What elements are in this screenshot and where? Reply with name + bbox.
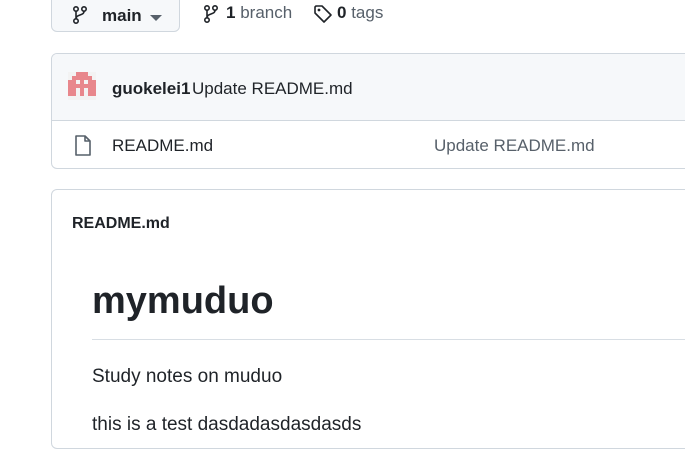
readme-heading: mymuduo <box>92 280 274 322</box>
file-name-link[interactable]: README.md <box>112 136 213 156</box>
branch-count-label: branch <box>240 3 293 22</box>
tag-count-label: tags <box>351 3 384 22</box>
heading-divider <box>92 339 685 340</box>
file-listing: guokelei1 Update README.md README.md Upd… <box>51 53 685 169</box>
readme-paragraph: Study notes on muduo <box>92 366 283 387</box>
file-icon <box>75 135 91 156</box>
branch-name: main <box>102 6 142 25</box>
commit-author-link[interactable]: guokelei1 <box>112 79 190 99</box>
avatar[interactable] <box>68 72 96 100</box>
chevron-down-icon <box>150 15 162 21</box>
file-commit-message-link[interactable]: Update README.md <box>434 136 595 156</box>
commit-message-link[interactable]: Update README.md <box>192 79 353 99</box>
branch-count: 1 <box>226 3 236 22</box>
tag-icon <box>314 5 332 23</box>
readme-panel: README.md mymuduo Study notes on muduo t… <box>51 189 685 449</box>
git-branch-icon <box>72 5 88 25</box>
latest-commit-row: guokelei1 Update README.md <box>52 54 685 121</box>
tag-count: 0 <box>337 3 347 22</box>
file-row[interactable]: README.md Update README.md <box>52 121 685 168</box>
readme-paragraph: this is a test dasdadasdasdasds <box>92 414 362 435</box>
readme-header-title[interactable]: README.md <box>72 215 170 233</box>
branch-select-button[interactable]: main <box>51 0 180 32</box>
git-branch-icon <box>203 4 219 24</box>
